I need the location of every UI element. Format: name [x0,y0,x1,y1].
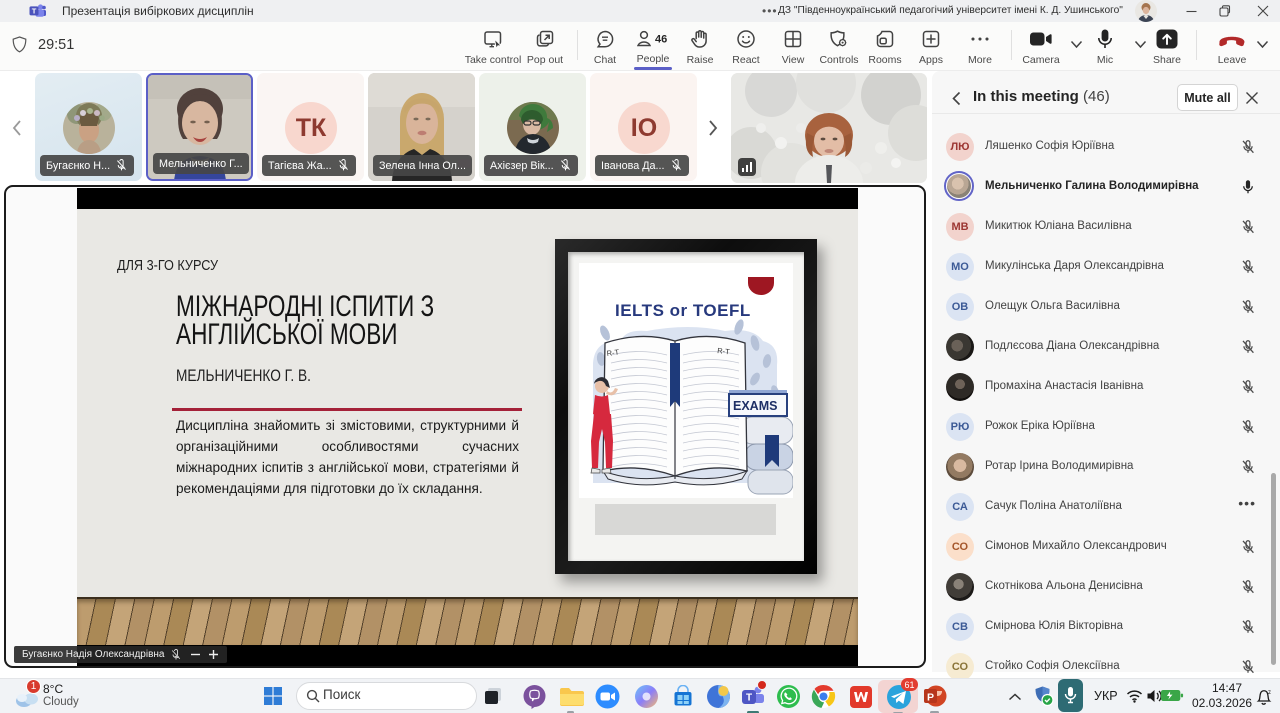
svg-text:46: 46 [655,34,667,46]
svg-text:R-T: R-T [717,346,731,356]
svg-text:IELTS or TOEFL: IELTS or TOEFL [615,301,751,320]
svg-text:R-T: R-T [606,347,620,358]
svg-text:P: P [927,692,934,704]
svg-text:T: T [746,693,752,704]
svg-text:z: z [1268,690,1271,696]
svg-text:EXAMS: EXAMS [733,399,777,413]
svg-text:T: T [32,6,37,15]
